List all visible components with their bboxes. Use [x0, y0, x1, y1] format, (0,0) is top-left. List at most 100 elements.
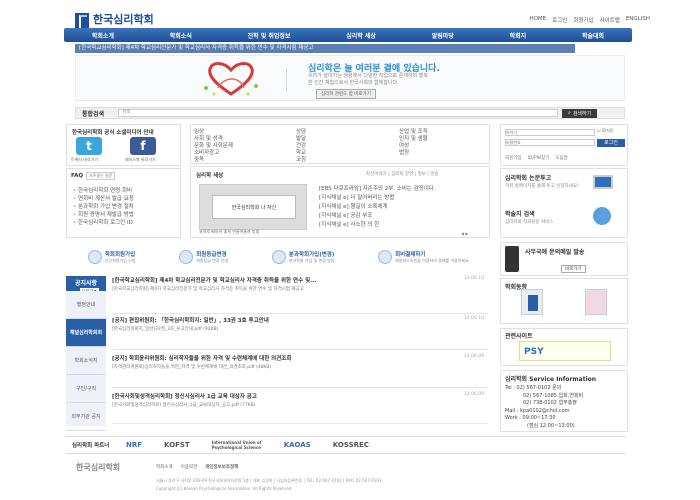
nav-item[interactable]: 학회소개 — [86, 31, 120, 40]
faq-item[interactable]: 한국심리학회 로그인 ID — [73, 219, 134, 227]
category-link[interactable]: 법정 — [399, 150, 428, 157]
search-button[interactable]: ⌕ 검색하기 — [562, 108, 598, 118]
contact-title: 사무국에 문의메일 발송 — [525, 249, 585, 256]
id-field[interactable] — [505, 129, 595, 136]
partner-logo[interactable]: KOSSREC — [333, 441, 369, 449]
journal-cover[interactable] — [521, 289, 543, 315]
notice-item[interactable]: [공지] 편집위원회: 「한국심리학회지: 일반」, 33권 3호 투고안내 1… — [112, 316, 488, 350]
paper-submit-panel[interactable]: 심리학회 논문투고 학회 홈페이지를 통해 투고 신청하세요! 학술지 검색 심… — [500, 168, 628, 238]
news-ticker[interactable]: [한국학교심리학회] 제4차 학교심리전문가 및 학교심리사 자격증 취득을 위… — [75, 44, 575, 53]
notice-date: 14.06.09 — [463, 354, 484, 359]
footer-link[interactable]: 개인정보보호정책 — [205, 464, 238, 470]
notice-item[interactable]: [한국학교심리학회] 제4차 학교심리전문가 및 학교심리사 자격증 취득을 위… — [112, 276, 488, 314]
partner-logo[interactable]: NRF — [126, 441, 142, 449]
world-item[interactable]: [지식채널 e] 사소한 의 한 — [319, 221, 489, 230]
footer-link[interactable]: 이용약관 — [181, 464, 198, 470]
nav-item[interactable]: 심리학 세상 — [340, 31, 382, 40]
util-login[interactable]: 로그인 — [552, 16, 567, 24]
util-english[interactable]: ENGLISH — [626, 16, 650, 24]
notice-title[interactable]: [공지] 학회윤리위원회: 심리학자들을 위한 자격 및 수련체계에 대한 의견… — [112, 354, 488, 362]
find-account-link[interactable]: ID/PW찾기 — [528, 155, 550, 161]
twitter-icon[interactable]: t — [76, 137, 102, 155]
world-item[interactable]: [지식채널 e] 더 잘어버리는 방법 — [319, 194, 489, 203]
grade-icon — [179, 250, 194, 264]
psy-banner[interactable]: PSY — [519, 341, 611, 361]
faq-item[interactable]: 한국심리학회 연령 회비 — [73, 187, 134, 195]
world-title: 심리학 세상 — [196, 173, 224, 179]
tab-admin[interactable]: 행정안내 — [66, 291, 106, 319]
sns-title: 한국심리학회 공식 소셜미디어 안내 — [72, 130, 154, 136]
pager-arrows[interactable]: ◀ ▶ — [461, 231, 468, 236]
partner-logo[interactable]: KAOAS — [284, 441, 311, 449]
tab-channel[interactable]: 채널심리학회회 — [66, 319, 106, 347]
util-sitemap[interactable]: 사이트맵 — [600, 16, 620, 24]
notice-attachment[interactable]: [한국심리학회지_일반]33권_3호_투고안내.pdf (92KB) — [112, 326, 488, 332]
contact-panel[interactable]: 사무국에 문의메일 발송 바로가기 — [500, 242, 628, 276]
quick-payment[interactable]: 회비결제하기 회원비스지원을 이용하여 결제를 이용하세요. — [378, 250, 470, 264]
world-item[interactable]: [EBS 다큐프라임] 자존주의 2부. 소비는 감정이다. — [319, 185, 489, 194]
notice-title[interactable]: [한국사회및성격심리학회] 정신사심리사 1급 교육 대상자 공고 — [112, 392, 488, 400]
faq-item[interactable]: 분과학회 가입 변경 절차 — [73, 203, 134, 211]
kpa-logo-icon — [528, 295, 538, 311]
login-button[interactable]: 로그인 — [597, 139, 625, 147]
notice-title[interactable]: [공지] 편집위원회: 「한국심리학회지: 일반」, 33권 3호 투고안내 — [112, 316, 488, 324]
nav-item[interactable]: 학회지 — [504, 31, 533, 40]
twitter-link[interactable]: 트위터 바로가기 — [71, 157, 98, 163]
facebook-icon[interactable]: f — [130, 137, 156, 155]
category-link[interactable]: 소비자광고 — [194, 150, 233, 157]
world-item[interactable]: [지식채널 e] 행길이 소록에게 — [319, 203, 489, 212]
password-field[interactable] — [505, 139, 595, 146]
category-link[interactable]: 인지 및 생물 — [399, 136, 428, 143]
world-tabs[interactable]: 최신이야기 | 심리학 강연 | 정보 | 방송 — [366, 171, 439, 177]
category-link[interactable]: 학교 — [296, 150, 306, 157]
faq-item[interactable]: 연회비 계산서 발급 요청 — [73, 195, 134, 203]
partner-logo[interactable]: International Union of Psychological Sci… — [212, 440, 262, 450]
faq-item[interactable]: 회원 증명서 재발급 방법 — [73, 211, 134, 219]
tab-jobs[interactable]: 구인/구직 — [66, 375, 106, 403]
contact-button[interactable]: 바로가기 — [561, 265, 586, 273]
save-id-checkbox[interactable]: ☑ ID저장 — [597, 128, 613, 134]
video-thumbnail[interactable]: 한국심리학회 나 자신 — [199, 184, 307, 230]
tab-external[interactable]: 외부기관 공지 — [66, 403, 106, 431]
quick-grade[interactable]: 회원등급변경 회원등급 변경 안내 — [179, 250, 228, 264]
category-link[interactable]: 발달 — [296, 136, 306, 143]
category-link[interactable]: 산업 및 조직 — [399, 129, 428, 136]
notice-tabs: 행정안내 채널심리학회회 학회소식지 구인/구직 외부기관 공지 — [66, 291, 106, 431]
category-link[interactable]: 여성 — [399, 143, 428, 150]
notice-attachment[interactable]: [한국사회및성격심리학회] 정신사심리사_1급_교육대상자_공고.pdf (77… — [112, 402, 488, 408]
faq-tag: 자주묻는 질문 — [86, 172, 116, 180]
footer-link[interactable]: 학회소개 — [156, 464, 173, 470]
partner-logo[interactable]: KOFST — [164, 441, 190, 449]
util-join[interactable]: 회원가입 — [573, 16, 593, 24]
search-input[interactable]: 검색 — [118, 109, 558, 117]
banner-link-button[interactable]: 심리학 관련도 합 바로가기 — [316, 89, 376, 99]
nav-item[interactable]: 알림마당 — [426, 31, 460, 40]
quick-division[interactable]: 분과학회가입(변경) 분과학회 가입 및 변경 방법 — [271, 250, 334, 264]
category-link[interactable]: 상담 — [296, 129, 306, 136]
logo-title: 한국심리학회 — [93, 13, 154, 26]
world-item[interactable]: [지식채널 e] 공감 부조 — [319, 212, 489, 221]
service-info: 심리학회 Service Information Tel : 02) 567-0… — [500, 370, 628, 432]
notice-attachment[interactable]: [자격관리위원회]심리학자들을 위한_자격 및 수련체계에 대한_의견조회.pd… — [112, 364, 488, 370]
category-link[interactable]: 임상 — [194, 129, 233, 136]
nav-item[interactable]: 진학 및 취업정보 — [242, 31, 297, 40]
join-link[interactable]: 회원가입 — [505, 155, 522, 161]
notice-attachment[interactable]: [한국학교심리학회] 제4차 학교심리전문가 및 학교심리사 자격증 취득을 위… — [112, 286, 488, 292]
category-link[interactable]: 문화 및 사회문제 — [194, 143, 233, 150]
category-link[interactable]: 코칭 — [296, 157, 306, 164]
nav-item[interactable]: 학술대회 — [576, 31, 610, 40]
journal-cover[interactable] — [585, 289, 607, 315]
notice-item[interactable]: [한국사회및성격심리학회] 정신사심리사 1급 교육 대상자 공고 14.06.… — [112, 392, 488, 424]
tab-newsletter[interactable]: 학회소식지 — [66, 347, 106, 375]
help-link[interactable]: 도움말 — [555, 155, 567, 161]
util-home[interactable]: HOME — [529, 16, 546, 24]
notice-title[interactable]: [한국학교심리학회] 제4차 학교심리전문가 및 학교심리사 자격증 취득을 위… — [112, 276, 488, 284]
category-link[interactable]: 중독 — [194, 157, 233, 164]
facebook-link[interactable]: 페이스북 바로가기 — [125, 157, 156, 163]
category-link[interactable]: 건강 — [296, 143, 306, 150]
quick-join[interactable]: 학회회원가입 신규회원가입 신청 — [87, 250, 136, 264]
nav-item[interactable]: 학회소식 — [164, 31, 198, 40]
journal-search-title[interactable]: 학술지 검색 — [505, 209, 535, 218]
category-link[interactable]: 사회 및 성격 — [194, 136, 233, 143]
notice-item[interactable]: [공지] 학회윤리위원회: 심리학자들을 위한 자격 및 수련체계에 대한 의견… — [112, 354, 488, 388]
